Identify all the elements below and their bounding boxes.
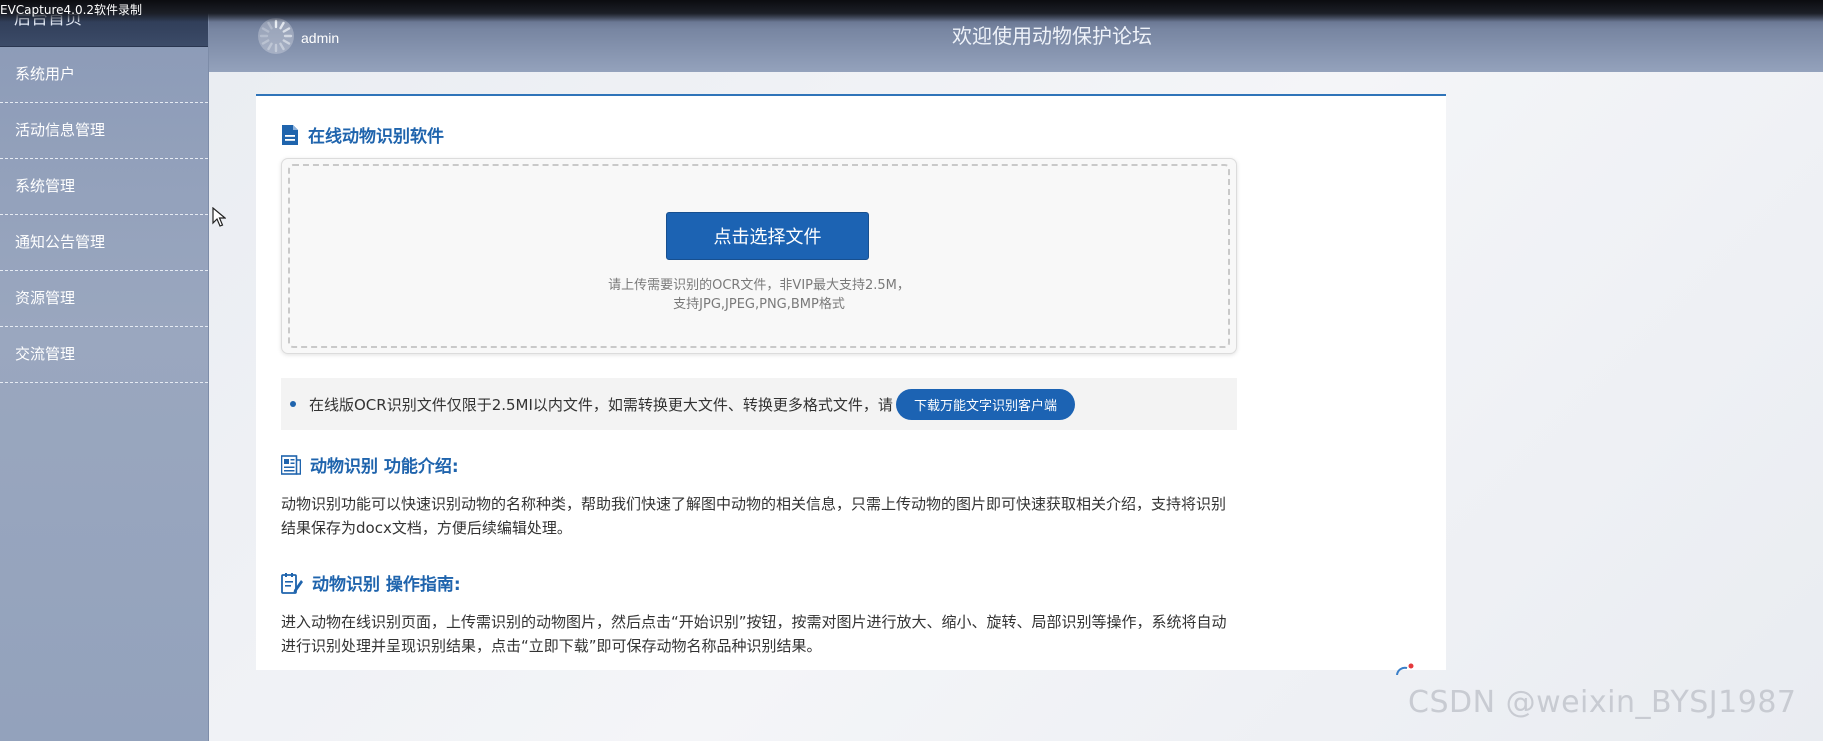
sidebar: 后台首页 系统用户 活动信息管理 系统管理 通知公告管理 资源管理 交流管理 [0,0,209,741]
upload-hint-line1: 请上传需要识别的OCR文件，非VIP最大支持2.5M， [608,278,910,293]
edit-document-icon [281,572,303,594]
mouse-cursor-icon [212,206,227,232]
username-label[interactable]: admin [301,30,339,46]
sidebar-item-notices[interactable]: 通知公告管理 [0,215,208,271]
avatar-loading-icon[interactable] [257,17,295,55]
upload-hint: 请上传需要识别的OCR文件，非VIP最大支持2.5M， 支持JPG,JPEG,P… [290,276,1228,314]
section-title-feature-intro: 动物识别 功能介绍: [281,452,459,477]
section-title-text: 动物识别 功能介绍: [310,457,459,477]
section-title-text: 在线动物识别软件 [308,127,444,147]
capture-watermark-text: EVCapture4.0.2软件录制 [0,3,143,17]
operation-guide-text: 进入动物在线识别页面，上传需识别的动物图片，然后点击“开始识别”按钮，按需对图片… [281,613,1227,655]
bullet-icon [290,401,296,407]
sidebar-item-activity-info[interactable]: 活动信息管理 [0,103,208,159]
feature-intro-text: 动物识别功能可以快速识别动物的名称种类，帮助我们快速了解图中动物的相关信息，只需… [281,495,1227,537]
notice-text: 在线版OCR识别文件仅限于2.5MI以内文件，如需转换更大文件、转换更多格式文件… [309,395,893,414]
section-title-operation-guide: 动物识别 操作指南: [281,570,461,595]
floating-widget-icon[interactable] [1395,662,1415,680]
sidebar-item-resources[interactable]: 资源管理 [0,271,208,327]
content-card: 在线动物识别软件 点击选择文件 请上传需要识别的OCR文件，非VIP最大支持2.… [256,94,1446,670]
welcome-title: 欢迎使用动物保护论坛 [952,24,1152,48]
upload-dropzone[interactable]: 点击选择文件 请上传需要识别的OCR文件，非VIP最大支持2.5M， 支持JPG… [288,164,1230,348]
document-icon [281,124,299,145]
sidebar-item-communication[interactable]: 交流管理 [0,327,208,383]
upload-area[interactable]: 点击选择文件 请上传需要识别的OCR文件，非VIP最大支持2.5M， 支持JPG… [281,158,1237,354]
notice-bar: 在线版OCR识别文件仅限于2.5MI以内文件，如需转换更大文件、转换更多格式文件… [281,378,1237,430]
section-title-online-recognition: 在线动物识别软件 [281,122,444,147]
newspaper-icon [281,454,301,475]
csdn-watermark: CSDN @weixin_BYSJ1987 [1408,685,1797,720]
sidebar-item-system-management[interactable]: 系统管理 [0,159,208,215]
sidebar-item-system-users[interactable]: 系统用户 [0,47,208,103]
capture-banner [0,0,1823,22]
section-title-text: 动物识别 操作指南: [312,575,461,595]
upload-hint-line2: 支持JPG,JPEG,PNG,BMP格式 [673,297,845,312]
download-client-button[interactable]: 下载万能文字识别客户端 [895,388,1075,420]
choose-file-button[interactable]: 点击选择文件 [666,212,869,260]
